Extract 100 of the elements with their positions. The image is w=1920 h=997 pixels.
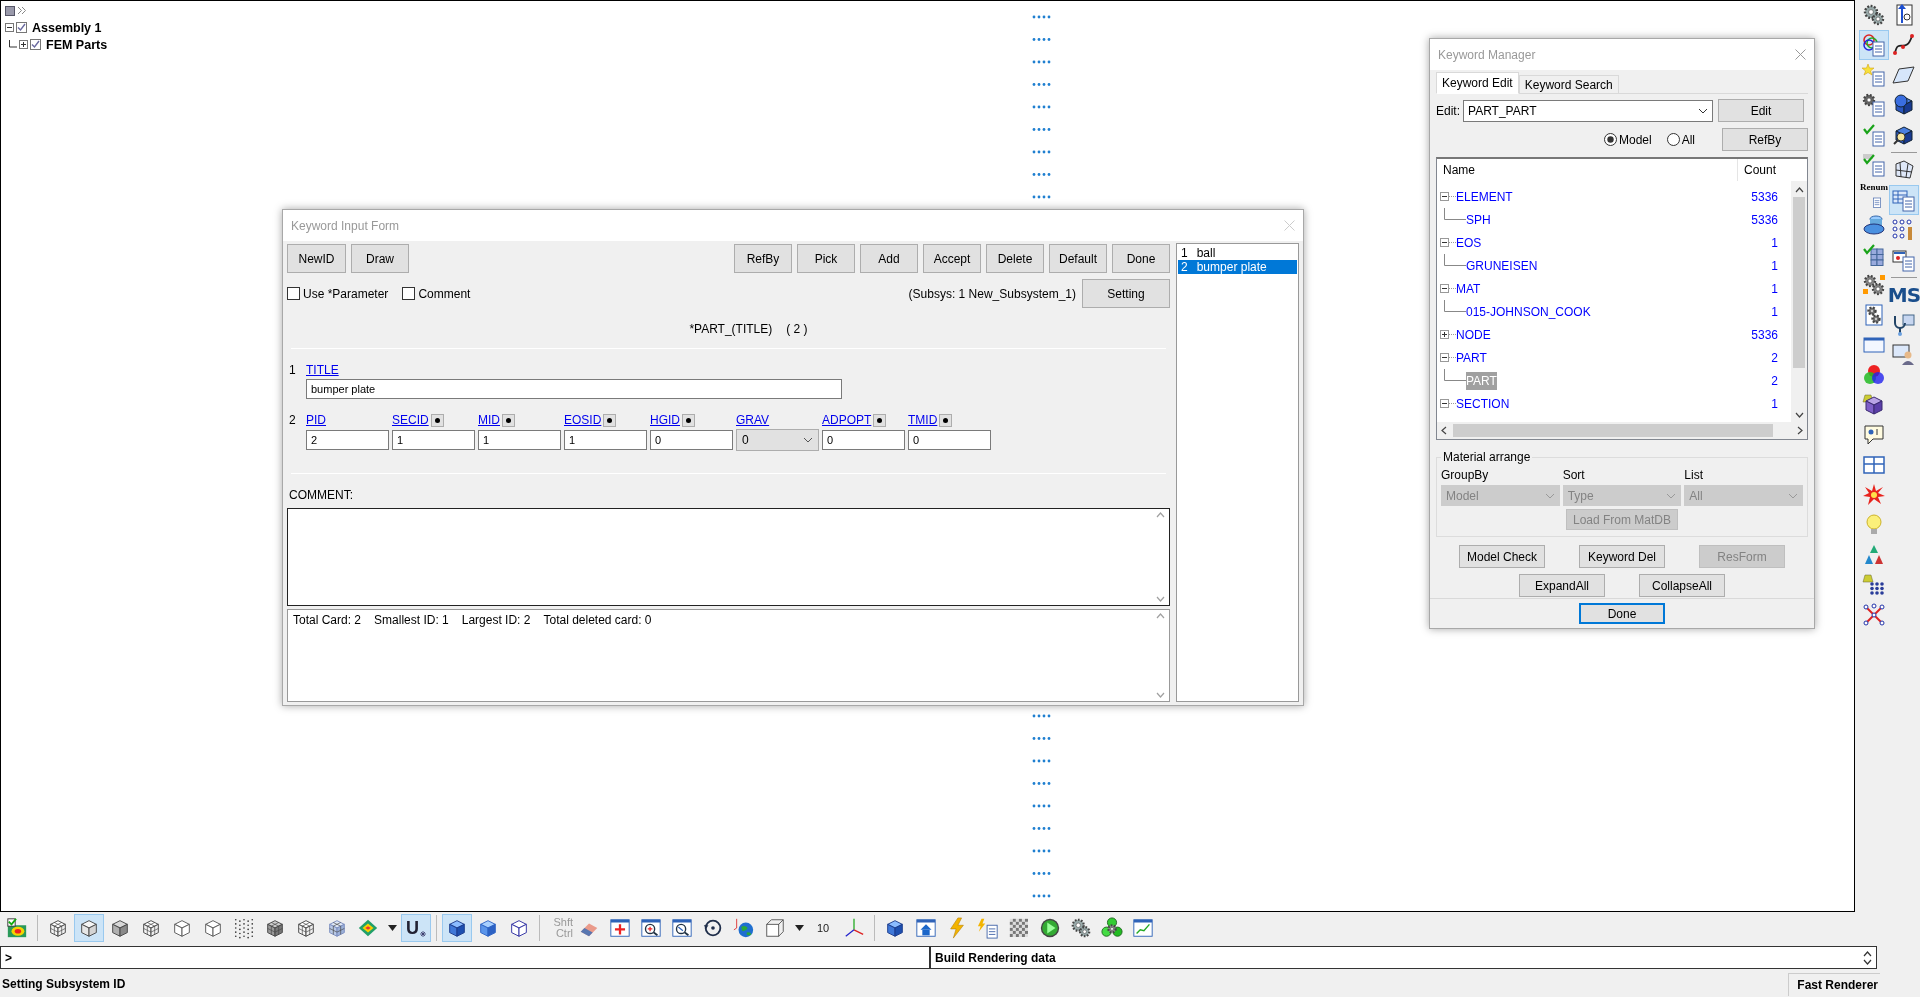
text-field[interactable]: 0 [650, 430, 733, 450]
expand-icon[interactable] [1440, 330, 1456, 339]
text-field[interactable]: 1 [564, 430, 647, 450]
dropdown[interactable]: 0 [736, 429, 819, 451]
checkbox[interactable] [16, 22, 27, 33]
radio-button[interactable] [1603, 133, 1617, 146]
radio-label[interactable]: Model [1618, 132, 1652, 147]
text-field[interactable]: 0 [822, 430, 905, 450]
collapse-icon[interactable] [1440, 192, 1456, 201]
card-number: 1 [289, 363, 297, 377]
scrollbar[interactable] [1437, 422, 1807, 439]
field-link[interactable]: PID [306, 413, 326, 427]
tree-item[interactable]: NODE [1456, 325, 1491, 344]
column-header[interactable]: Count [1737, 159, 1791, 181]
scrollbar[interactable] [1791, 181, 1807, 422]
collapse-icon[interactable] [5, 23, 14, 32]
checkbox-label[interactable]: Use *Parameter [303, 286, 389, 301]
list-item[interactable]: 1 ball [1178, 246, 1297, 260]
comment-field[interactable] [287, 508, 1170, 606]
tree-item[interactable]: SPH [1466, 210, 1491, 229]
field-link[interactable]: MID [478, 413, 500, 427]
pick-button[interactable] [873, 413, 887, 427]
column-header[interactable]: Name [1437, 159, 1737, 181]
tree-item[interactable]: 015-JOHNSON_COOK [1466, 302, 1591, 321]
tree-item[interactable]: EOS [1456, 233, 1482, 252]
scroll-down-icon[interactable] [1794, 412, 1804, 418]
pick-button[interactable] [430, 413, 444, 427]
field-link[interactable]: HGID [650, 413, 680, 427]
close-icon[interactable] [1795, 49, 1806, 60]
radio-label[interactable]: All [1681, 132, 1695, 147]
toolbar-button[interactable]: Add [860, 244, 918, 273]
window-title: Keyword Input Form [291, 218, 400, 233]
collapse-icon[interactable] [1440, 353, 1456, 362]
collapse-icon[interactable] [1440, 238, 1456, 247]
toolbar-button[interactable]: RefBy [734, 244, 792, 273]
action-button[interactable]: Model Check [1459, 545, 1545, 568]
tree-item-label[interactable]: Assembly 1 [32, 20, 102, 35]
tree-item[interactable]: GRUNEISEN [1466, 256, 1538, 275]
field-link[interactable]: SECID [392, 413, 429, 427]
collapse-icon[interactable] [1440, 399, 1456, 408]
action-button[interactable]: Keyword Del [1579, 545, 1665, 568]
action-button[interactable]: ExpandAll [1519, 574, 1605, 597]
pick-button[interactable] [502, 413, 515, 427]
text-field[interactable]: 1 [478, 430, 561, 450]
renum-button[interactable]: Renum [1859, 180, 1889, 210]
scroll-up-icon[interactable] [1863, 950, 1872, 957]
caret-icon[interactable] [794, 925, 804, 931]
text-field[interactable]: 1 [392, 430, 475, 450]
text-toggle-button[interactable]: U [401, 914, 431, 942]
setting-button[interactable]: Setting [1082, 279, 1170, 308]
done-button[interactable]: Done [1579, 603, 1665, 624]
scroll-down-icon[interactable] [1863, 958, 1872, 965]
caret-icon[interactable] [387, 925, 397, 931]
toolbar-button[interactable]: Done [1112, 244, 1170, 273]
scroll-left-icon[interactable] [1441, 426, 1447, 435]
command-field[interactable]: > [0, 946, 930, 969]
tree-item-label[interactable]: FEM Parts [46, 37, 108, 52]
field-link[interactable]: GRAV [736, 413, 770, 427]
text-field[interactable]: 2 [306, 430, 389, 450]
double-chevron-icon[interactable] [17, 6, 27, 15]
field-link[interactable]: TITLE [306, 363, 339, 377]
checkbox-label[interactable]: Comment [418, 286, 471, 301]
radio-button[interactable] [1666, 133, 1680, 146]
field-link[interactable]: TMID [908, 413, 938, 427]
checkbox[interactable] [402, 287, 416, 300]
tree-item[interactable]: MAT [1456, 279, 1481, 298]
pick-button[interactable] [682, 413, 695, 427]
tree-item[interactable]: SECTION [1456, 394, 1510, 413]
ms-button[interactable]: MS [1889, 280, 1919, 310]
toolbar-button[interactable]: Draw [351, 244, 409, 273]
tree-item[interactable]: ELEMENT [1456, 187, 1513, 206]
text-field[interactable]: 0 [908, 430, 991, 450]
field-link[interactable]: ADPOPT [822, 413, 872, 427]
tab[interactable]: Keyword Search [1518, 75, 1619, 94]
toolbar-button[interactable]: Delete [986, 244, 1044, 273]
field-link[interactable]: EOSID [564, 413, 602, 427]
expand-icon[interactable] [19, 40, 28, 49]
list-item[interactable]: 2 bumper plate [1178, 260, 1297, 274]
text-field[interactable]: bumper plate [306, 379, 842, 399]
toolbar-button[interactable]: Default [1049, 244, 1107, 273]
pick-button[interactable] [603, 413, 617, 427]
scroll-up-icon[interactable] [1794, 187, 1804, 193]
panel-icon[interactable] [5, 5, 15, 16]
text-toggle-button[interactable]: 10 [808, 914, 838, 942]
tree-item[interactable]: PART [1456, 348, 1487, 367]
chevron-down-icon [1788, 492, 1798, 499]
keyword-dropdown[interactable]: PART_PART [1463, 99, 1713, 122]
scroll-right-icon[interactable] [1797, 426, 1803, 435]
toolbar-button[interactable]: Accept [923, 244, 981, 273]
checkbox[interactable] [287, 287, 300, 300]
checkbox[interactable] [30, 39, 41, 50]
action-button[interactable]: CollapseAll [1639, 574, 1725, 597]
collapse-icon[interactable] [1440, 284, 1456, 293]
edit-button[interactable]: Edit [1718, 99, 1804, 122]
toolbar-button[interactable]: NewID [287, 244, 346, 273]
refby-button[interactable]: RefBy [1722, 128, 1808, 151]
tab[interactable]: Keyword Edit [1436, 72, 1519, 94]
toolbar-button[interactable]: Pick [797, 244, 855, 273]
pick-button[interactable] [939, 413, 953, 427]
count-text: 5336 [1750, 327, 1778, 342]
